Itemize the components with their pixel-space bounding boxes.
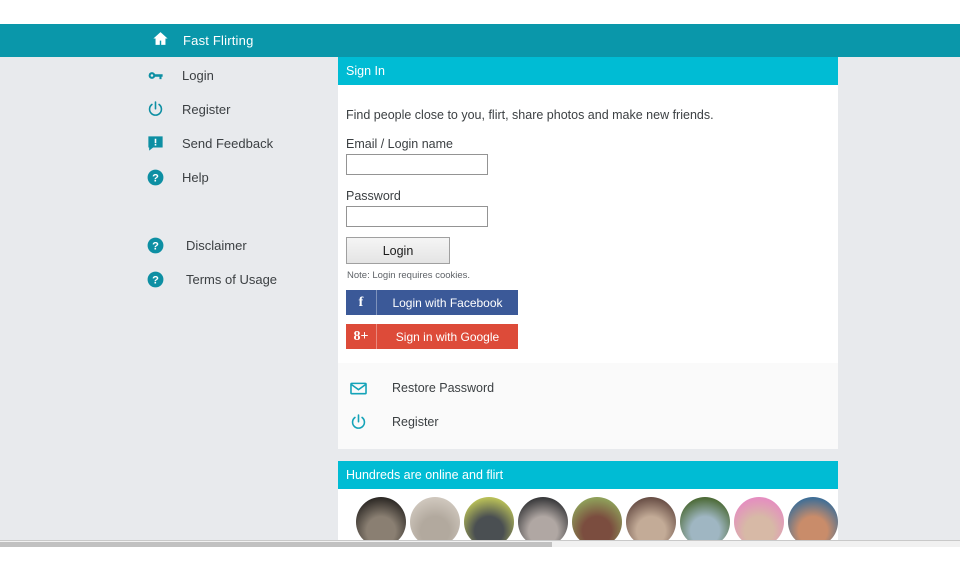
google-login-button[interactable]: 8+ Sign in with Google <box>346 324 518 349</box>
horizontal-scrollbar[interactable] <box>0 540 960 547</box>
facebook-login-label: Login with Facebook <box>377 296 518 310</box>
restore-password-label: Restore Password <box>392 381 494 395</box>
svg-text:?: ? <box>152 172 159 184</box>
main-content-panel: Sign In Find people close to you, flirt,… <box>338 57 838 561</box>
power-icon <box>346 410 370 434</box>
question-icon: ? <box>144 268 166 290</box>
sidebar-item-login[interactable]: Login <box>144 61 214 89</box>
sidebar: Login Register Send Feedback <box>0 57 338 540</box>
sidebar-item-terms-of-usage[interactable]: ? Terms of Usage <box>144 265 277 293</box>
online-section-header: Hundreds are online and flirt <box>338 461 838 489</box>
app-title: Fast Flirting <box>183 24 254 57</box>
online-section-title: Hundreds are online and flirt <box>346 468 503 482</box>
question-icon: ? <box>144 166 166 188</box>
sidebar-item-label: Terms of Usage <box>186 272 277 287</box>
sign-in-form: Find people close to you, flirt, share p… <box>338 85 838 363</box>
facebook-icon: f <box>346 295 376 311</box>
sidebar-item-send-feedback[interactable]: Send Feedback <box>144 129 273 157</box>
google-plus-icon: 8+ <box>346 329 376 345</box>
sidebar-item-disclaimer[interactable]: ? Disclaimer <box>144 231 247 259</box>
question-icon: ? <box>144 234 166 256</box>
facebook-login-button[interactable]: f Login with Facebook <box>346 290 518 315</box>
key-icon <box>144 64 166 86</box>
sign-in-title: Sign In <box>346 64 385 78</box>
top-white-strip <box>0 0 960 24</box>
envelope-icon <box>346 376 370 400</box>
feedback-icon <box>144 132 166 154</box>
password-input[interactable] <box>346 206 488 227</box>
sidebar-item-label: Register <box>182 102 230 117</box>
cookie-note: Note: Login requires cookies. <box>338 264 838 281</box>
sign-in-panel-header: Sign In <box>338 57 838 85</box>
sidebar-item-label: Disclaimer <box>186 238 247 253</box>
restore-password-link[interactable]: Restore Password <box>338 371 838 405</box>
svg-text:?: ? <box>152 274 159 286</box>
sidebar-item-label: Send Feedback <box>182 136 273 151</box>
login-button[interactable]: Login <box>346 237 450 264</box>
email-label: Email / Login name <box>338 123 838 154</box>
browser-viewport: Fast Flirting Login Regi <box>0 0 960 561</box>
intro-text: Find people close to you, flirt, share p… <box>338 85 838 123</box>
google-login-label: Sign in with Google <box>377 330 518 344</box>
email-input[interactable] <box>346 154 488 175</box>
register-link[interactable]: Register <box>338 405 838 439</box>
sidebar-item-label: Help <box>182 170 209 185</box>
bottom-white-strip <box>0 547 960 561</box>
power-icon <box>144 98 166 120</box>
home-button[interactable] <box>152 24 169 57</box>
sidebar-item-help[interactable]: ? Help <box>144 163 209 191</box>
home-icon <box>152 30 169 52</box>
sidebar-item-label: Login <box>182 68 214 83</box>
register-label: Register <box>392 415 439 429</box>
sidebar-item-register[interactable]: Register <box>144 95 230 123</box>
svg-text:?: ? <box>152 240 159 252</box>
password-label: Password <box>338 175 838 206</box>
secondary-links: Restore Password Register <box>338 363 838 449</box>
app-header: Fast Flirting <box>0 24 960 57</box>
